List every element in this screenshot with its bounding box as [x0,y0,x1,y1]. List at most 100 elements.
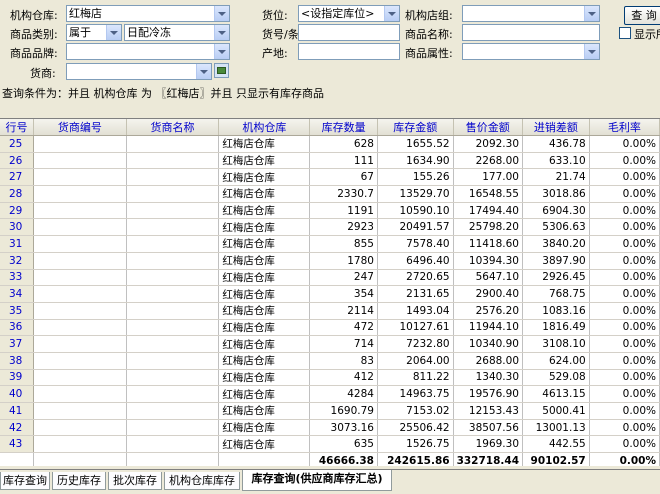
table-cell[interactable]: 11944.10 [453,319,524,337]
table-cell[interactable]: 红梅店仓库 [218,135,311,153]
attribute-select[interactable] [462,43,600,60]
column-header[interactable]: 机构仓库 [218,119,311,136]
table-cell[interactable]: 155.26 [377,168,454,187]
location-select[interactable]: <设指定库位> [298,5,400,22]
table-row[interactable]: 34 红梅店仓库 354 2131.65 2900.40 768.75 0.00% [0,285,660,303]
table-cell[interactable]: 42 [0,419,34,437]
table-cell[interactable]: 30 [0,218,34,237]
table-cell[interactable] [126,185,220,203]
chevron-down-icon[interactable] [584,44,599,59]
table-cell[interactable]: 83 [309,352,378,370]
column-header[interactable]: 库存金额 [377,119,454,136]
table-cell[interactable]: 7153.02 [377,402,454,420]
table-cell[interactable]: 811.22 [377,369,454,387]
table-cell[interactable]: 红梅店仓库 [218,235,311,253]
table-cell[interactable] [33,352,127,370]
tab-2[interactable]: 批次库存 [108,472,162,490]
table-cell[interactable]: 红梅店仓库 [218,185,311,203]
table-cell[interactable]: 0.00% [589,335,660,353]
table-cell[interactable] [33,218,127,237]
table-cell[interactable]: 0.00% [589,168,660,187]
table-cell[interactable]: 0.00% [589,369,660,387]
table-row[interactable]: 32 红梅店仓库 1780 6496.40 10394.30 3897.90 0.00% [0,252,660,270]
table-cell[interactable] [33,419,127,437]
image-picker-icon[interactable] [214,63,229,78]
table-cell[interactable]: 0.00% [589,302,660,320]
table-cell[interactable]: 14963.75 [377,385,454,403]
table-cell[interactable]: 111 [309,152,378,170]
table-row[interactable]: 37 红梅店仓库 714 7232.80 10340.90 3108.10 0.00% [0,335,660,353]
table-cell[interactable]: 1780 [309,252,378,270]
column-header[interactable]: 行号 [0,119,34,136]
table-cell[interactable]: 0.00% [589,435,660,454]
table-row[interactable]: 42 红梅店仓库 3073.16 25506.42 38507.56 13001.13 0.… [0,419,660,437]
table-cell[interactable] [33,319,127,337]
table-cell[interactable]: 红梅店仓库 [218,202,311,220]
table-cell[interactable] [126,352,220,370]
table-cell[interactable]: 34 [0,285,34,303]
table-cell[interactable]: 31 [0,235,34,253]
table-cell[interactable]: 1493.04 [377,302,454,320]
table-cell[interactable]: 红梅店仓库 [218,168,311,187]
chevron-down-icon[interactable] [384,6,399,21]
table-cell[interactable]: 21.74 [522,168,590,187]
table-cell[interactable]: 635 [309,435,378,454]
table-cell[interactable]: 25506.42 [377,419,454,437]
table-cell[interactable]: 436.78 [522,135,590,153]
table-cell[interactable]: 7232.80 [377,335,454,353]
product-name-input[interactable] [462,24,600,41]
table-cell[interactable]: 19576.90 [453,385,524,403]
table-cell[interactable] [126,152,220,170]
table-cell[interactable]: 2092.30 [453,135,524,153]
table-cell[interactable]: 67 [309,168,378,187]
table-row[interactable]: 38 红梅店仓库 83 2064.00 2688.00 624.00 0.00% [0,352,660,370]
table-cell[interactable]: 11418.60 [453,235,524,253]
table-cell[interactable]: 40 [0,385,34,403]
table-cell[interactable]: 41 [0,402,34,420]
origin-input[interactable] [298,43,400,60]
table-cell[interactable]: 红梅店仓库 [218,285,311,303]
table-cell[interactable] [33,369,127,387]
table-row[interactable]: 30 红梅店仓库 2923 20491.57 25798.20 5306.63 0.00% [0,218,660,237]
table-cell[interactable]: 红梅店仓库 [218,385,311,403]
table-cell[interactable]: 2923 [309,218,378,237]
table-cell[interactable]: 0.00% [589,352,660,370]
table-cell[interactable]: 0.00% [589,285,660,303]
table-row[interactable]: 31 红梅店仓库 855 7578.40 11418.60 3840.20 0.00% [0,235,660,253]
table-cell[interactable] [33,385,127,403]
table-cell[interactable] [126,218,220,237]
table-cell[interactable]: 633.10 [522,152,590,170]
table-cell[interactable]: 2900.40 [453,285,524,303]
table-cell[interactable]: 39 [0,369,34,387]
table-cell[interactable]: 2131.65 [377,285,454,303]
table-cell[interactable]: 红梅店仓库 [218,435,311,454]
table-cell[interactable] [33,435,127,454]
org-store-group-select[interactable] [462,5,600,22]
table-cell[interactable]: 红梅店仓库 [218,419,311,437]
table-row[interactable]: 28 红梅店仓库 2330.7 13529.70 16548.55 3018.86 0.00… [0,185,660,203]
table-cell[interactable]: 4284 [309,385,378,403]
table-cell[interactable]: 0.00% [589,319,660,337]
table-cell[interactable]: 529.08 [522,369,590,387]
table-cell[interactable]: 37 [0,335,34,353]
table-row[interactable]: 25 红梅店仓库 628 1655.52 2092.30 436.78 0.00% [0,135,660,153]
table-row[interactable]: 35 红梅店仓库 2114 1493.04 2576.20 1083.16 0.00% [0,302,660,320]
table-cell[interactable]: 0.00% [589,235,660,253]
table-cell[interactable]: 5000.41 [522,402,590,420]
table-cell[interactable] [126,168,220,187]
table-cell[interactable] [126,202,220,220]
table-cell[interactable]: 0.00% [589,269,660,287]
table-cell[interactable] [33,135,127,153]
table-cell[interactable] [33,235,127,253]
table-cell[interactable]: 27 [0,168,34,187]
table-cell[interactable]: 13529.70 [377,185,454,203]
table-cell[interactable] [126,435,220,454]
table-cell[interactable]: 红梅店仓库 [218,335,311,353]
table-cell[interactable]: 红梅店仓库 [218,252,311,270]
table-cell[interactable] [126,235,220,253]
table-cell[interactable]: 38507.56 [453,419,524,437]
table-cell[interactable] [126,302,220,320]
table-cell[interactable]: 3018.86 [522,185,590,203]
tab-3[interactable]: 机构仓库库存 [164,472,240,490]
table-cell[interactable] [126,285,220,303]
